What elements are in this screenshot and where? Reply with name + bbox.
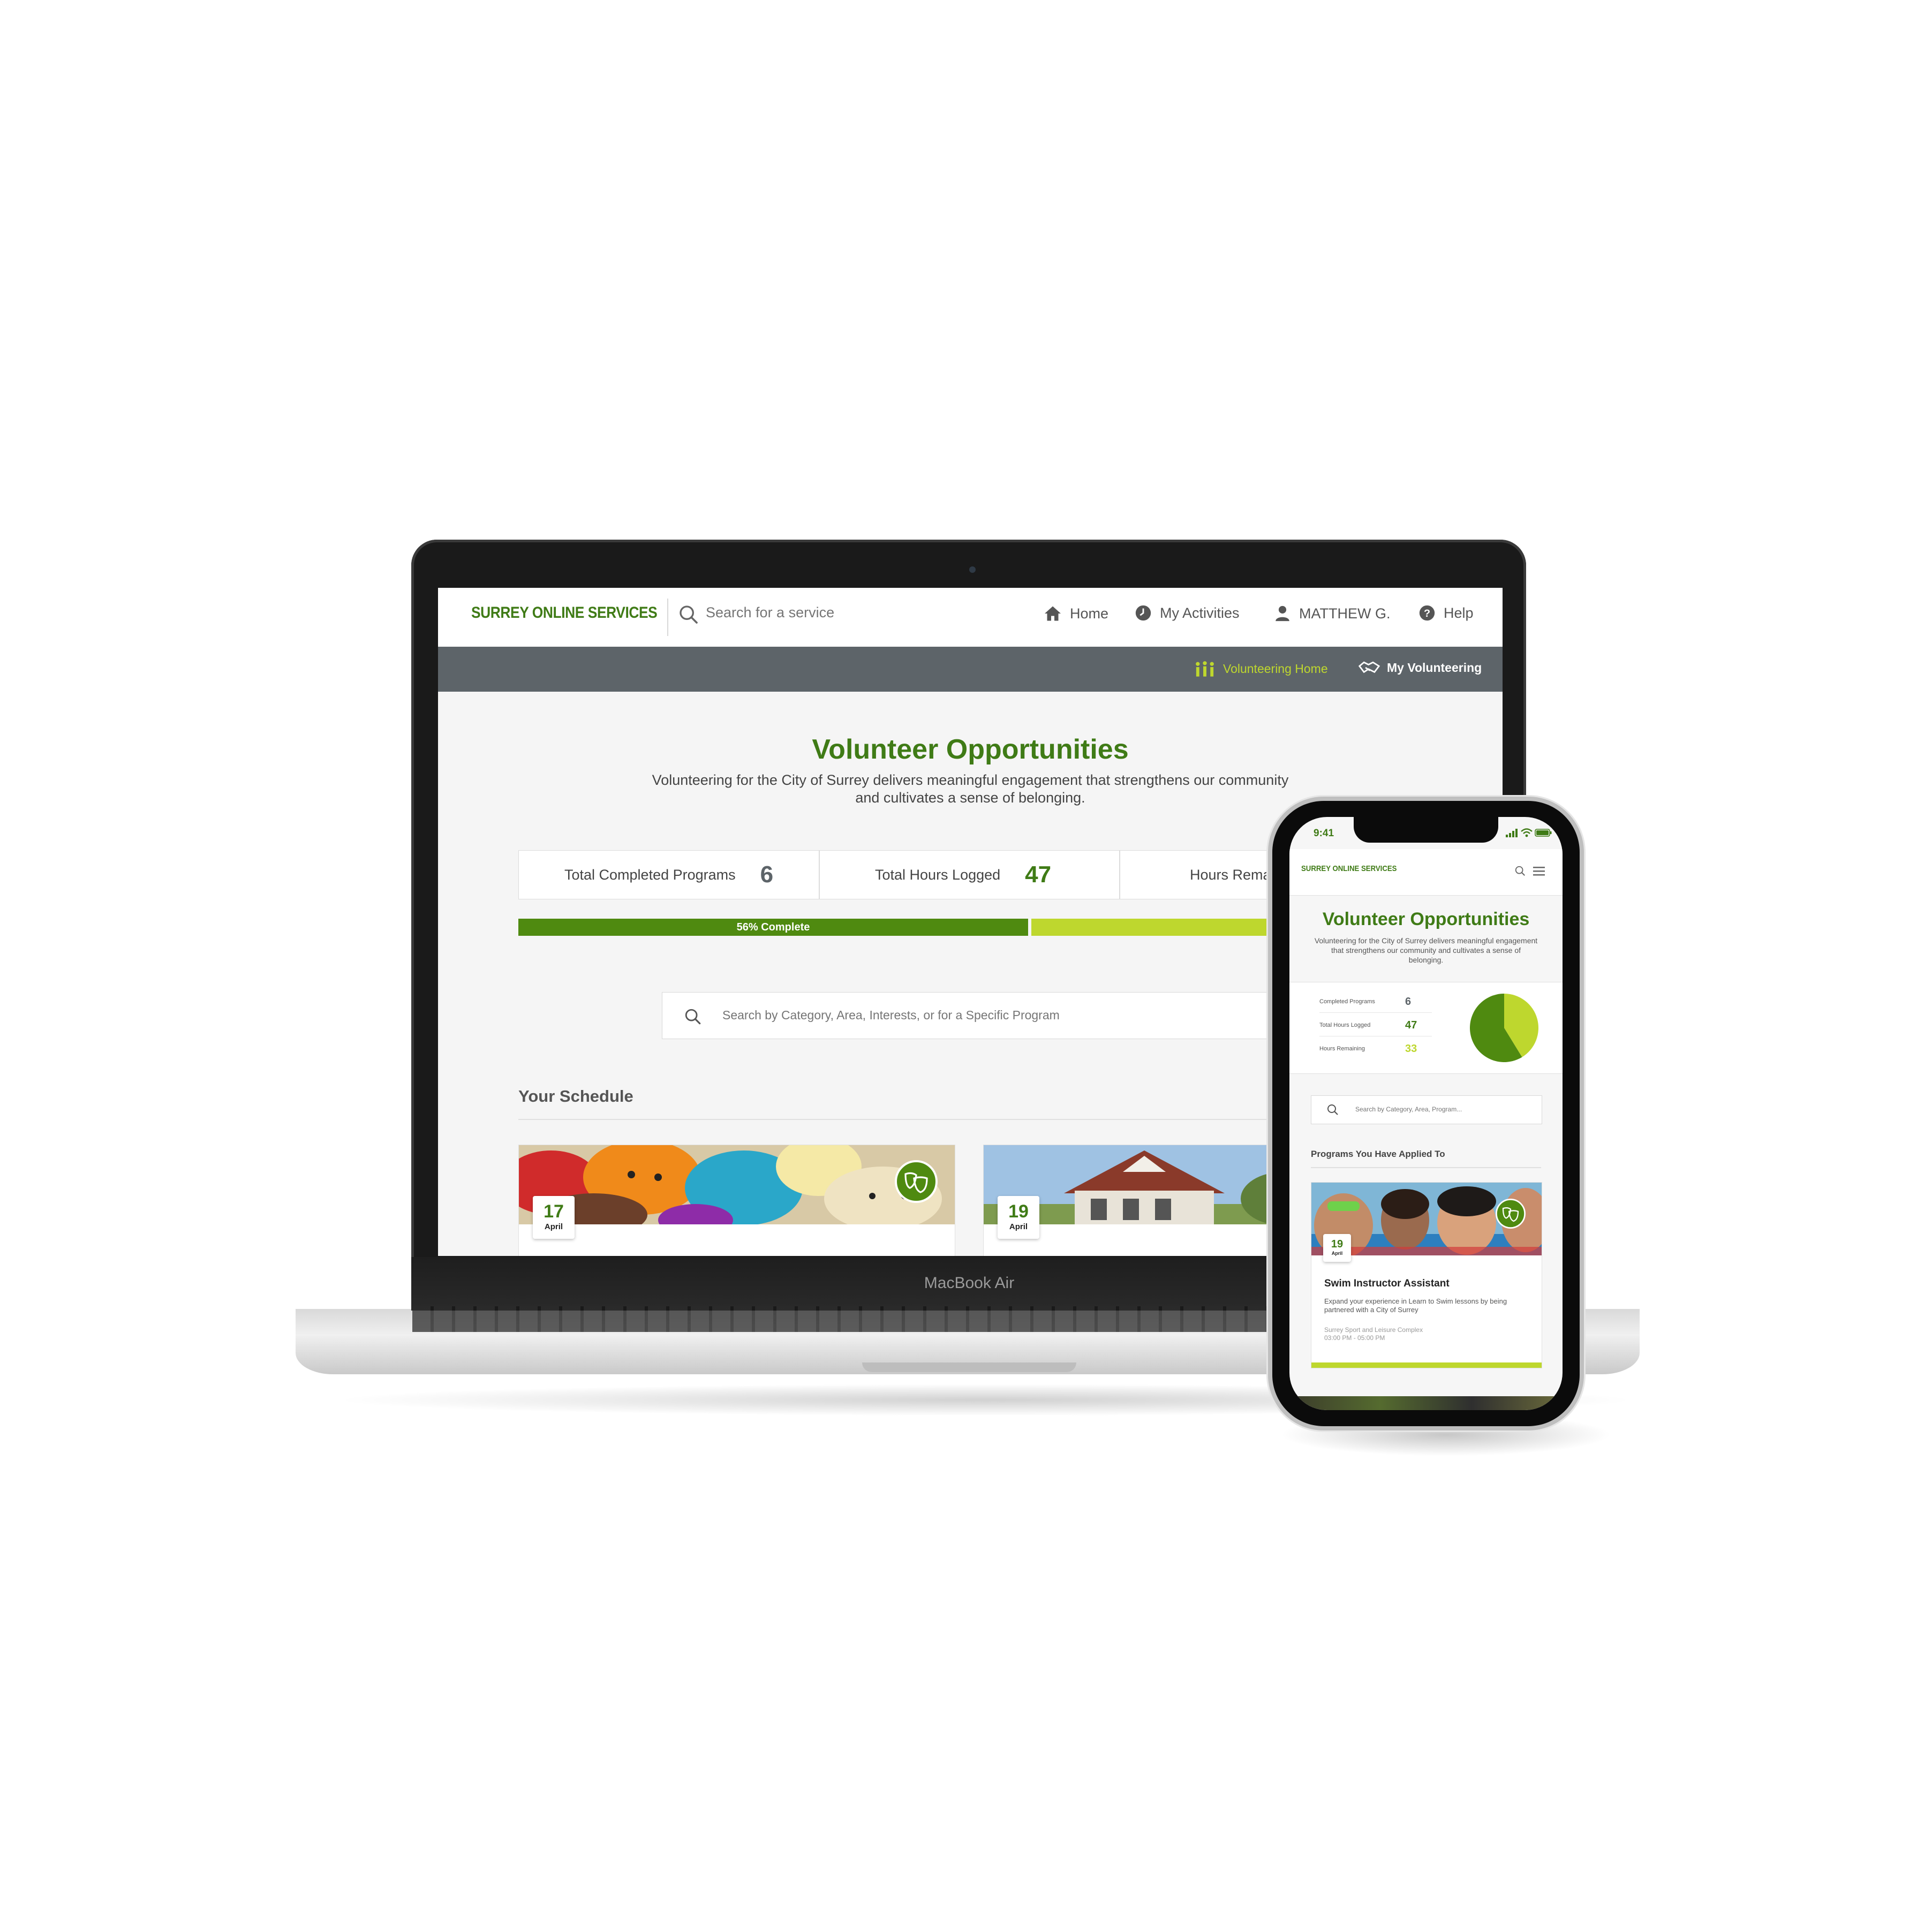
clock-icon xyxy=(1135,605,1151,621)
subnav-volunteering-home[interactable]: Volunteering Home xyxy=(1193,660,1328,678)
nav-help[interactable]: ? Help xyxy=(1418,604,1474,622)
nav-my-activities[interactable]: My Activities xyxy=(1134,604,1240,622)
stat-value: 33 xyxy=(1405,1042,1417,1055)
volunteering-subnav: Volunteering Home My Volunteering xyxy=(438,647,1503,692)
stat-value: 6 xyxy=(760,861,774,888)
search-icon xyxy=(1327,1104,1338,1115)
nav-home[interactable]: Home xyxy=(1043,604,1108,623)
site-logo[interactable]: SURREY ONLINE SERVICES xyxy=(471,604,658,622)
stat-value: 6 xyxy=(1405,995,1412,1008)
stat-hours-logged: Total Hours Logged 47 xyxy=(1319,1015,1432,1036)
page-intro: Volunteering for the City of Surrey deli… xyxy=(1314,936,1538,964)
status-time: 9:41 xyxy=(1314,828,1334,839)
stat-label: Total Hours Logged xyxy=(875,866,1001,883)
program-search-box[interactable] xyxy=(1311,1095,1542,1124)
mobile-screen: 9:41 SURREY ONLINE SERVICES Volunteer Op… xyxy=(1289,817,1563,1410)
stat-hours-remaining: Hours Remaining 33 xyxy=(1319,1038,1432,1059)
program-time: 03:00 PM - 05:00 PM xyxy=(1324,1334,1385,1342)
card-accent-bar xyxy=(1311,1362,1542,1368)
stat-label: Hours Remai xyxy=(1190,866,1274,883)
desktop-header: SURREY ONLINE SERVICES Home My Activitie… xyxy=(438,588,1503,647)
search-icon xyxy=(685,1009,701,1025)
stat-separator xyxy=(1119,851,1120,899)
hours-pie-chart xyxy=(1470,994,1538,1062)
subnav-my-volunteering[interactable]: My Volunteering xyxy=(1358,660,1482,676)
program-description: Expand your experience in Learn to Swim … xyxy=(1324,1297,1507,1314)
stat-value: 47 xyxy=(1025,861,1052,888)
applied-programs-heading: Programs You Have Applied To xyxy=(1311,1149,1445,1159)
stat-completed-programs: Total Completed Programs 6 xyxy=(564,851,773,899)
date-month: April xyxy=(1009,1222,1028,1231)
search-icon[interactable] xyxy=(1514,865,1526,877)
nav-user[interactable]: MATTHEW G. xyxy=(1273,604,1390,623)
laptop-trackpad-notch xyxy=(862,1362,1076,1372)
date-badge: 17 April xyxy=(533,1196,575,1239)
knitted-toys-image xyxy=(519,1145,955,1224)
svg-text:?: ? xyxy=(1424,608,1430,619)
user-icon xyxy=(1276,605,1289,622)
schedule-heading: Your Schedule xyxy=(518,1087,633,1106)
stat-hours-remaining: Hours Remai xyxy=(1190,851,1274,899)
page-title: Volunteer Opportunities xyxy=(1322,909,1530,929)
stat-label: Hours Remaining xyxy=(1319,1046,1365,1052)
page-title: Volunteer Opportunities xyxy=(812,734,1129,765)
home-icon xyxy=(1045,606,1061,621)
date-badge: 19 April xyxy=(998,1196,1039,1239)
menu-icon[interactable] xyxy=(1533,866,1545,876)
mobile-header: SURREY ONLINE SERVICES xyxy=(1289,849,1563,896)
page-intro: Volunteering for the City of Surrey deli… xyxy=(652,772,1289,806)
search-icon[interactable] xyxy=(678,604,699,625)
date-day: 17 xyxy=(544,1201,564,1222)
theatre-masks-icon xyxy=(1496,1199,1526,1229)
program-search-box[interactable] xyxy=(662,992,1305,1039)
section-divider xyxy=(1311,1167,1541,1168)
theatre-masks-icon xyxy=(895,1160,938,1203)
wifi-icon xyxy=(1521,828,1533,837)
stat-separator xyxy=(819,851,820,899)
stat-label: Completed Programs xyxy=(1319,998,1375,1005)
volunteers-icon xyxy=(1196,661,1214,677)
stat-label: Total Completed Programs xyxy=(564,866,736,883)
program-location: Surrey Sport and Leisure Complex xyxy=(1324,1326,1423,1334)
handshake-icon xyxy=(1358,661,1380,673)
subnav-volunteering-home-label: Volunteering Home xyxy=(1223,661,1328,676)
laptop-brand-label: MacBook Air xyxy=(924,1274,1015,1292)
nav-user-label: MATTHEW G. xyxy=(1299,605,1391,622)
date-month: April xyxy=(1331,1251,1343,1256)
date-month: April xyxy=(544,1222,563,1231)
schedule-card[interactable]: 17 April xyxy=(518,1145,955,1256)
laptop-camera xyxy=(969,566,976,573)
site-logo[interactable]: SURREY ONLINE SERVICES xyxy=(1301,864,1397,873)
service-search-input[interactable] xyxy=(705,604,921,622)
nav-home-label: Home xyxy=(1070,605,1109,622)
battery-icon xyxy=(1535,829,1552,837)
mobile-stats: Completed Programs 6 Total Hours Logged … xyxy=(1289,982,1563,1074)
nav-my-activities-label: My Activities xyxy=(1160,604,1240,621)
stat-completed-programs: Completed Programs 6 xyxy=(1319,991,1432,1013)
progress-complete-segment: 56% Complete xyxy=(518,919,1028,936)
stat-label: Total Hours Logged xyxy=(1319,1022,1371,1028)
header-divider xyxy=(667,599,668,636)
stat-hours-logged: Total Hours Logged 47 xyxy=(875,851,1051,899)
subnav-my-volunteering-label: My Volunteering xyxy=(1387,660,1482,675)
phone-notch xyxy=(1354,817,1498,843)
nav-help-label: Help xyxy=(1444,604,1474,621)
stat-value: 47 xyxy=(1405,1019,1417,1031)
signal-icon xyxy=(1506,829,1518,837)
next-card-peek xyxy=(1289,1396,1563,1410)
program-search-input[interactable] xyxy=(1354,1105,1533,1114)
program-meta: Surrey Sport and Leisure Complex 03:00 P… xyxy=(1324,1326,1528,1342)
program-title: Swim Instructor Assistant xyxy=(1324,1278,1450,1289)
help-icon: ? xyxy=(1419,605,1435,621)
date-badge: 19 April xyxy=(1323,1234,1351,1262)
program-card[interactable]: 19 April Swim Instructor Assistant Expan… xyxy=(1311,1182,1542,1368)
program-search-input[interactable] xyxy=(721,1008,1259,1023)
date-day: 19 xyxy=(1331,1238,1344,1250)
date-day: 19 xyxy=(1008,1201,1029,1222)
